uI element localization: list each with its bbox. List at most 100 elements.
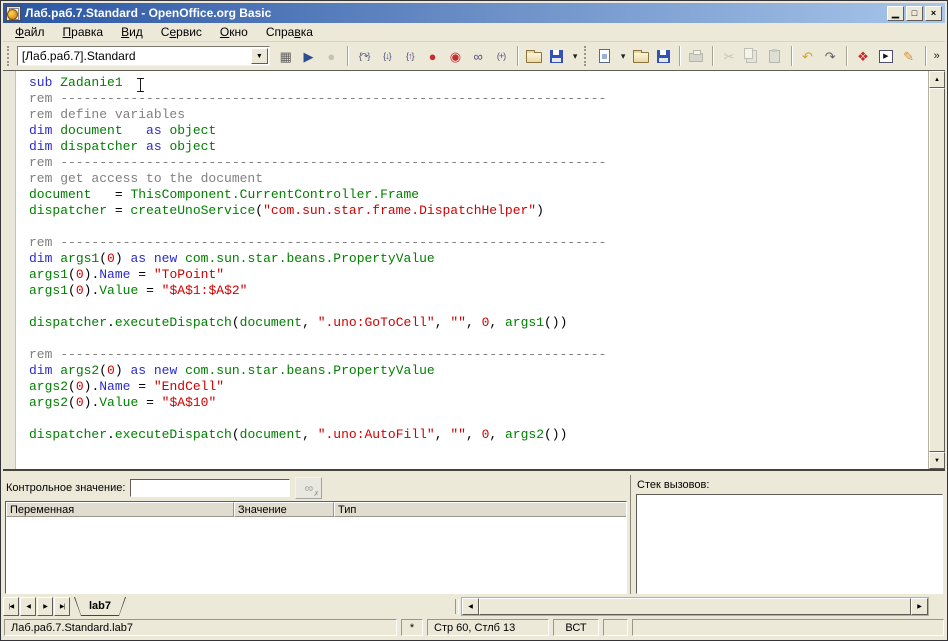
code-token: object	[169, 123, 216, 138]
undo-button[interactable]: ↶	[797, 45, 819, 68]
code-token: (	[99, 363, 107, 378]
macro-dialog-button[interactable]: ❖	[852, 45, 874, 68]
find-parentheses-button[interactable]: (+)	[490, 45, 512, 68]
stop-button[interactable]: ●	[320, 45, 342, 68]
menu-window[interactable]: Окно	[211, 24, 257, 40]
toolbar-grip[interactable]	[584, 46, 589, 66]
prev-tab-icon: ◀	[26, 603, 30, 610]
remove-watch-button[interactable]: ∞ ✗	[295, 477, 322, 499]
scroll-down-button[interactable]: ▼	[929, 452, 945, 469]
code-token: ,	[302, 315, 318, 330]
tab-first-button[interactable]: |◀	[3, 597, 19, 616]
scroll-up-button[interactable]: ▲	[929, 71, 945, 88]
menu-help[interactable]: Справка	[257, 24, 322, 40]
editor-hscrollbar[interactable]: ◀ ▶	[461, 597, 929, 616]
menu-tools[interactable]: Сервис	[152, 24, 211, 40]
open-button[interactable]	[630, 45, 652, 68]
code-token: )	[115, 251, 131, 266]
toolbar-separator	[679, 46, 680, 66]
menu-file[interactable]: Файл	[6, 24, 54, 40]
watch-table-body[interactable]	[6, 517, 626, 593]
toolbar-more-button[interactable]: ▾	[568, 45, 580, 68]
column-value[interactable]: Значение	[234, 502, 334, 517]
print-button[interactable]	[685, 45, 707, 68]
tab-lab7[interactable]: lab7	[74, 597, 126, 616]
code-line: dispatcher.executeDispatch(document, ".u…	[29, 315, 926, 331]
code-token: dispatcher	[29, 203, 107, 218]
basic-ide-icon: ▶	[879, 50, 893, 63]
watch-input[interactable]	[130, 479, 290, 497]
code-token: rem ------------------------------------…	[29, 347, 606, 362]
code-token: "ToPoint"	[154, 267, 224, 282]
column-variable[interactable]: Переменная	[6, 502, 234, 517]
paste-button[interactable]	[764, 45, 786, 68]
vscrollbar-thumb[interactable]	[929, 88, 945, 452]
code-token: =	[107, 203, 130, 218]
maximize-button[interactable]: □	[906, 6, 923, 21]
code-token: executeDispatch	[115, 427, 232, 442]
compile-button[interactable]: ▦	[275, 45, 297, 68]
library-selector-dropdown-button[interactable]: ▼	[251, 48, 268, 64]
title-bar[interactable]: Лаб.раб.7.Standard - OpenOffice.org Basi…	[3, 3, 945, 23]
new-document-dropdown-button[interactable]: ▾	[616, 45, 628, 68]
arrow-right-icon: ▶	[917, 603, 922, 610]
code-lines[interactable]: sub Zadanie1rem ------------------------…	[16, 71, 928, 469]
menu-view[interactable]: Вид	[112, 24, 152, 40]
hscrollbar-thumb[interactable]	[479, 598, 911, 615]
toolbar-overflow-button[interactable]: »	[930, 45, 942, 68]
breakpoint-button[interactable]: ●	[422, 45, 444, 68]
redo-button[interactable]: ↷	[819, 45, 841, 68]
code-line: rem ------------------------------------…	[29, 155, 926, 171]
code-token: rem get access to the document	[29, 171, 263, 186]
copy-icon	[744, 48, 753, 59]
editor-vscrollbar[interactable]: ▲ ▼	[928, 71, 945, 469]
copy-button[interactable]	[741, 45, 763, 68]
new-document-button[interactable]	[594, 45, 616, 68]
close-button[interactable]: ×	[925, 6, 942, 21]
chevron-down-icon: ▼	[256, 53, 263, 60]
basic-ide-button[interactable]: ▶	[875, 45, 897, 68]
minimize-button[interactable]: ▁	[887, 6, 904, 21]
watch-panel: Контрольное значение: ∞ ✗ Переменная Зна…	[5, 475, 631, 594]
code-token: ThisComponent.CurrentController.Frame	[130, 187, 419, 202]
tab-scroll-divider[interactable]	[455, 599, 459, 614]
run-button[interactable]: ▶	[298, 45, 320, 68]
column-type[interactable]: Тип	[334, 502, 626, 517]
overflow-icon: »	[934, 51, 940, 62]
run-icon: ▶	[304, 50, 314, 63]
code-token: as	[146, 139, 169, 154]
code-token: (	[68, 283, 76, 298]
chevron-down-icon: ▾	[573, 52, 577, 61]
save-button[interactable]	[653, 45, 675, 68]
step-out-button[interactable]: {↑}	[399, 45, 421, 68]
edit-source-button[interactable]: ✎	[898, 45, 920, 68]
tab-bar-filler	[126, 597, 453, 616]
open-dialog-button[interactable]	[523, 45, 545, 68]
procedure-step-button[interactable]: {↷}	[353, 45, 375, 68]
code-token: dispatcher	[60, 139, 138, 154]
code-token: "$A$10"	[162, 395, 217, 410]
library-selector[interactable]: [Лаб.раб.7].Standard ▼	[17, 46, 270, 66]
code-token: ,	[466, 427, 482, 442]
status-insert-mode[interactable]: ВСТ	[553, 619, 599, 636]
code-token: )	[115, 363, 131, 378]
menu-edit[interactable]: Правка	[54, 24, 113, 40]
breakpoint-gutter[interactable]	[3, 71, 16, 469]
single-step-button[interactable]: {↓}	[376, 45, 398, 68]
enable-watch-button[interactable]: ∞	[467, 45, 489, 68]
manage-breakpoints-button[interactable]: ◉	[444, 45, 466, 68]
code-token: (	[232, 427, 240, 442]
tab-prev-button[interactable]: ◀	[20, 597, 36, 616]
basic-ide-window: Лаб.раб.7.Standard - OpenOffice.org Basi…	[0, 0, 948, 641]
call-stack-list[interactable]	[636, 494, 943, 594]
scroll-right-button[interactable]: ▶	[911, 598, 928, 615]
scroll-left-button[interactable]: ◀	[462, 598, 479, 615]
code-token: (	[99, 251, 107, 266]
code-editor[interactable]: sub Zadanie1rem ------------------------…	[3, 70, 945, 469]
cut-button[interactable]: ✂	[718, 45, 740, 68]
save-dialog-button[interactable]	[546, 45, 568, 68]
code-token: Zadanie1	[60, 75, 122, 90]
tab-next-button[interactable]: ▶	[37, 597, 53, 616]
toolbar-grip[interactable]	[7, 46, 12, 66]
tab-last-button[interactable]: ▶|	[54, 597, 70, 616]
